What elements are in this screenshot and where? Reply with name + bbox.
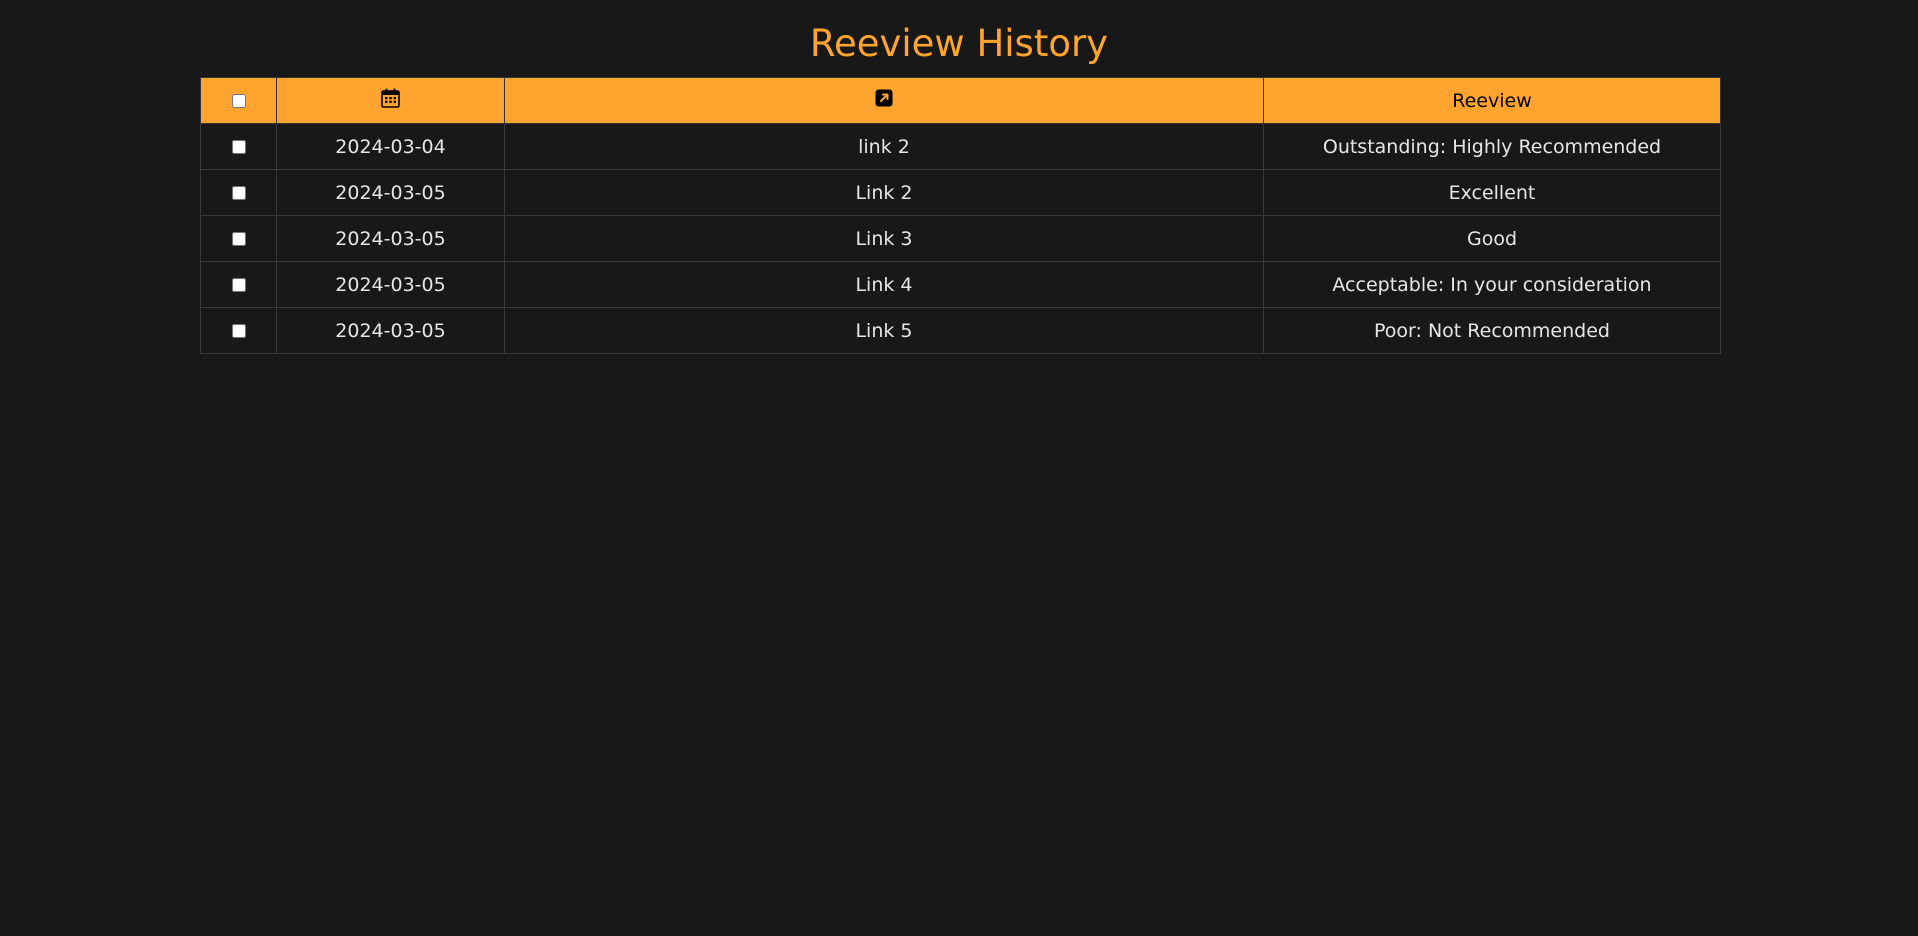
- row-review: Excellent: [1263, 169, 1721, 216]
- row-link[interactable]: Link 5: [504, 307, 1264, 354]
- row-date: 2024-03-05: [276, 261, 505, 308]
- table-row: 2024-03-05 Link 4 Acceptable: In your co…: [200, 261, 1721, 308]
- header-row: Reeview: [200, 77, 1721, 124]
- row-review: Good: [1263, 215, 1721, 262]
- row-select-cell: [200, 215, 277, 262]
- row-checkbox[interactable]: [231, 232, 246, 246]
- row-select-cell: [200, 261, 277, 308]
- row-date: 2024-03-05: [276, 215, 505, 262]
- table-body: 2024-03-04 link 2 Outstanding: Highly Re…: [200, 123, 1721, 354]
- row-date: 2024-03-05: [276, 307, 505, 354]
- header-select-cell: [200, 77, 277, 124]
- table-row: 2024-03-04 link 2 Outstanding: Highly Re…: [200, 123, 1721, 170]
- table-row: 2024-03-05 Link 3 Good: [200, 215, 1721, 262]
- calendar-icon: [381, 88, 400, 113]
- row-checkbox[interactable]: [231, 324, 246, 338]
- table-header: Reeview: [200, 77, 1721, 124]
- row-checkbox[interactable]: [231, 186, 246, 200]
- row-link[interactable]: Link 2: [504, 169, 1264, 216]
- row-select-cell: [200, 169, 277, 216]
- row-date: 2024-03-04: [276, 123, 505, 170]
- table-row: 2024-03-05 Link 5 Poor: Not Recommended: [200, 307, 1721, 354]
- select-all-checkbox[interactable]: [231, 94, 246, 108]
- header-review-cell: Reeview: [1263, 77, 1721, 124]
- page-title: Reeview History: [809, 22, 1109, 65]
- header-date-cell: [276, 77, 505, 124]
- row-checkbox[interactable]: [231, 278, 246, 292]
- row-review: Acceptable: In your consideration: [1263, 261, 1721, 308]
- row-checkbox[interactable]: [231, 140, 246, 154]
- row-review: Outstanding: Highly Recommended: [1263, 123, 1721, 170]
- review-history-table: Reeview 2024-03-04 link 2 Outstanding: H…: [200, 77, 1721, 354]
- header-link-cell: [504, 77, 1264, 124]
- row-review: Poor: Not Recommended: [1263, 307, 1721, 354]
- row-link[interactable]: Link 4: [504, 261, 1264, 308]
- row-link[interactable]: Link 3: [504, 215, 1264, 262]
- row-link[interactable]: link 2: [504, 123, 1264, 170]
- row-date: 2024-03-05: [276, 169, 505, 216]
- table-row: 2024-03-05 Link 2 Excellent: [200, 169, 1721, 216]
- row-select-cell: [200, 123, 277, 170]
- external-link-icon: [875, 89, 893, 112]
- row-select-cell: [200, 307, 277, 354]
